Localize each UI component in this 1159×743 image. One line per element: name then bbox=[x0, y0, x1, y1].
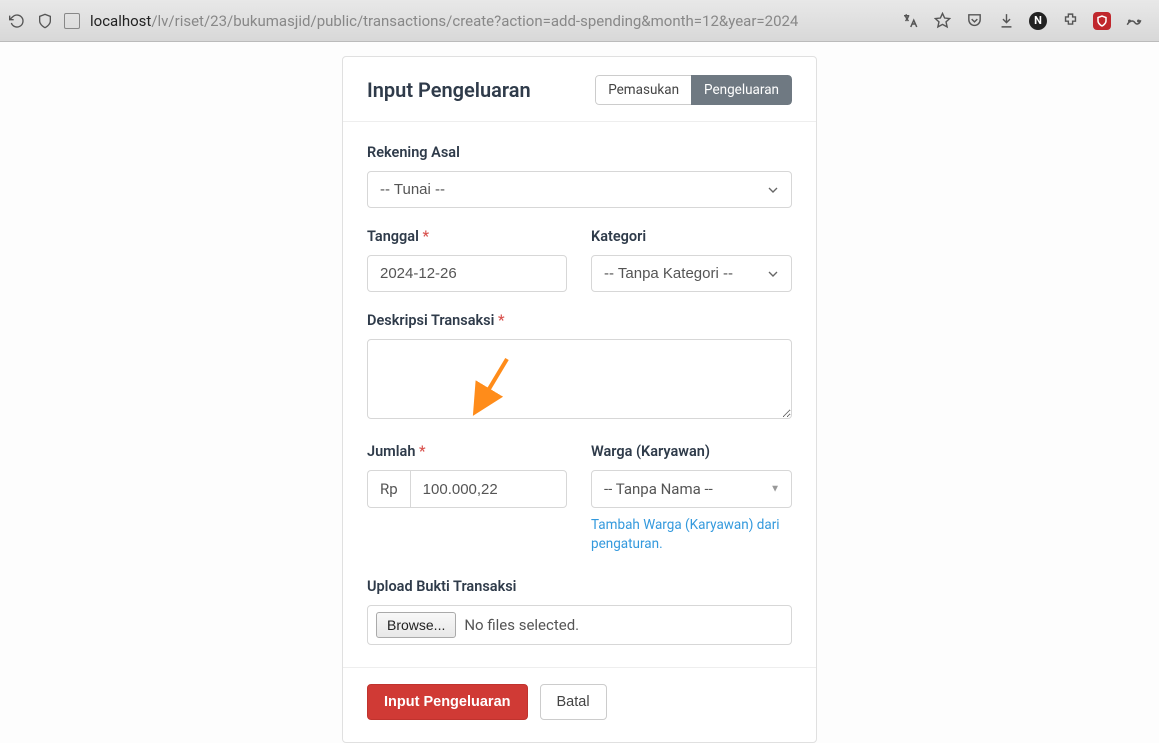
url-host: localhost bbox=[90, 12, 151, 30]
account-select[interactable]: -- Tunai -- bbox=[367, 171, 792, 208]
date-label: Tanggal * bbox=[367, 228, 567, 245]
upload-label: Upload Bukti Transaksi bbox=[367, 578, 792, 595]
ublock-icon[interactable] bbox=[1093, 12, 1111, 30]
address-bar[interactable]: localhost/lv/riset/23/bukumasjid/public/… bbox=[90, 12, 891, 30]
transaction-form-card: Input Pengeluaran Pemasukan Pengeluaran … bbox=[342, 56, 817, 743]
card-body: Rekening Asal -- Tunai -- Tanggal * Kate… bbox=[343, 122, 816, 667]
browser-toolbar: localhost/lv/riset/23/bukumasjid/public/… bbox=[0, 0, 1159, 42]
partner-help-link[interactable]: Tambah Warga (Karyawan) dari pengaturan. bbox=[591, 516, 792, 554]
star-icon[interactable] bbox=[933, 12, 951, 30]
page-icon bbox=[64, 13, 80, 29]
theme-icon[interactable] bbox=[1125, 12, 1143, 30]
caret-down-icon: ▼ bbox=[770, 484, 780, 495]
category-select[interactable]: -- Tanpa Kategori -- bbox=[591, 255, 792, 292]
reload-icon[interactable] bbox=[8, 12, 26, 30]
extension-n-icon[interactable]: N bbox=[1029, 12, 1047, 30]
description-label: Deskripsi Transaksi * bbox=[367, 312, 792, 329]
date-input[interactable] bbox=[367, 255, 567, 292]
amount-label: Jumlah * bbox=[367, 443, 567, 460]
file-input-wrapper[interactable]: Browse... No files selected. bbox=[367, 605, 792, 645]
type-toggle-group: Pemasukan Pengeluaran bbox=[595, 75, 792, 105]
partner-combobox[interactable]: -- Tanpa Nama -- ▼ bbox=[591, 470, 792, 508]
account-label: Rekening Asal bbox=[367, 144, 792, 161]
toolbar-icons: N bbox=[901, 12, 1151, 30]
partner-label: Warga (Karyawan) bbox=[591, 443, 792, 460]
category-label: Kategori bbox=[591, 228, 792, 245]
tab-income[interactable]: Pemasukan bbox=[595, 75, 692, 105]
amount-input[interactable] bbox=[410, 470, 567, 508]
description-textarea[interactable] bbox=[367, 339, 792, 419]
browse-button[interactable]: Browse... bbox=[376, 612, 456, 638]
file-status-text: No files selected. bbox=[464, 616, 579, 634]
card-title: Input Pengeluaran bbox=[367, 78, 531, 102]
amount-prefix: Rp bbox=[367, 470, 410, 508]
pocket-icon[interactable] bbox=[965, 12, 983, 30]
translate-icon[interactable] bbox=[901, 12, 919, 30]
url-path: /lv/riset/23/bukumasjid/public/transacti… bbox=[151, 12, 798, 30]
submit-button[interactable]: Input Pengeluaran bbox=[367, 684, 528, 720]
card-footer: Input Pengeluaran Batal bbox=[343, 667, 816, 742]
extensions-icon[interactable] bbox=[1061, 12, 1079, 30]
shield-icon[interactable] bbox=[36, 12, 54, 30]
cancel-button[interactable]: Batal bbox=[540, 684, 607, 720]
tab-spending[interactable]: Pengeluaran bbox=[691, 75, 792, 105]
amount-input-group: Rp bbox=[367, 470, 567, 508]
download-icon[interactable] bbox=[997, 12, 1015, 30]
card-header: Input Pengeluaran Pemasukan Pengeluaran bbox=[343, 57, 816, 122]
page-content: Input Pengeluaran Pemasukan Pengeluaran … bbox=[0, 42, 1159, 743]
